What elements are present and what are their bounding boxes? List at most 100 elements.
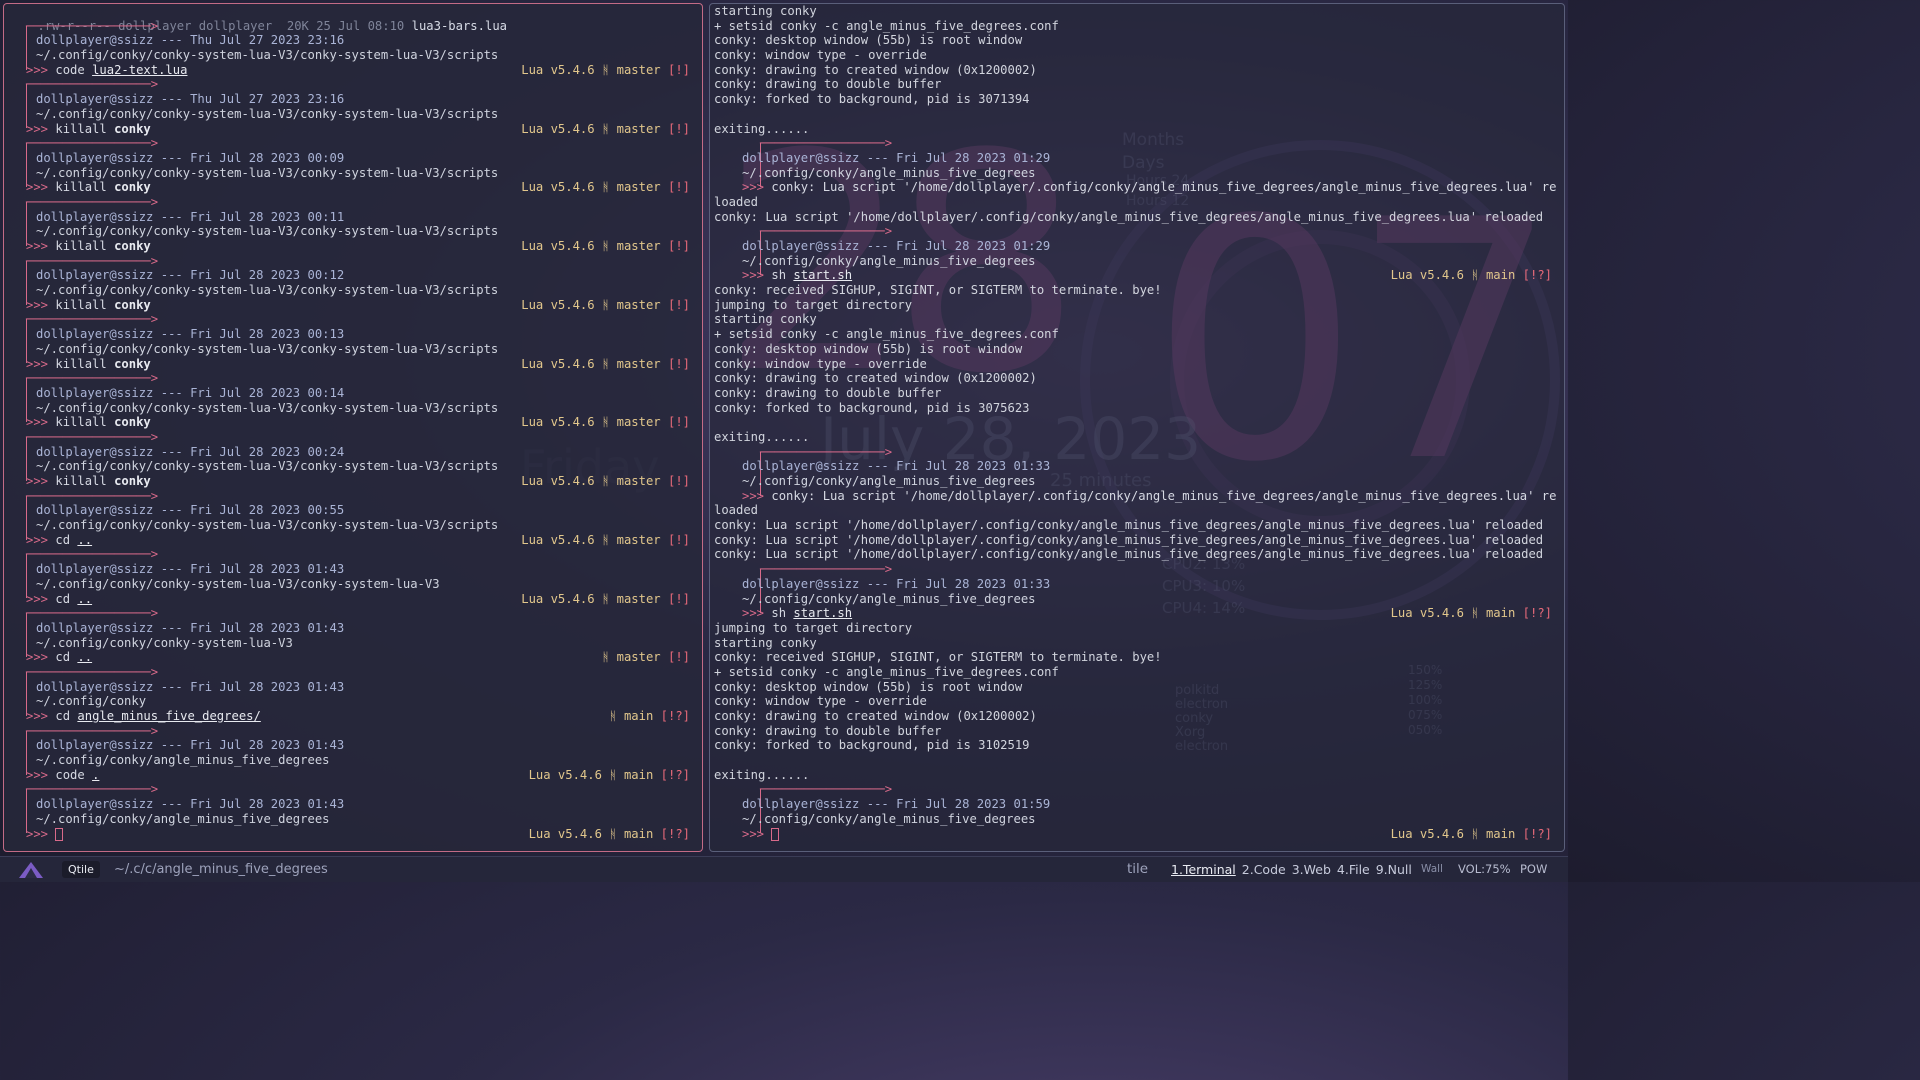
command-arg[interactable]: start.sh xyxy=(793,268,852,282)
prompt-command-line[interactable]: >>> cd .. Lua v5.4.6 ᚻ master [!] xyxy=(4,592,702,607)
prompt-arrow: ─────────────────> xyxy=(26,606,159,621)
prompt-command-line[interactable]: >>> Lua v5.4.6 ᚻ main [!?] xyxy=(710,827,1564,842)
command-arg[interactable]: angle_minus_five_degrees/ xyxy=(77,709,260,723)
power-widget[interactable]: POW xyxy=(1520,862,1547,876)
output-line: conky: forked to background, pid is 3071… xyxy=(714,92,1030,107)
group-3[interactable]: 3.Web xyxy=(1292,862,1331,877)
output-line: conky: desktop window (55b) is root wind… xyxy=(714,33,1023,48)
command-arg[interactable]: . xyxy=(92,768,99,782)
prompt-command-line[interactable]: >>> killall conky Lua v5.4.6 ᚻ master [!] xyxy=(4,239,702,254)
command-name: conky: Lua script '/home/dollplayer/.con… xyxy=(771,488,1557,503)
prompt-path: ~/.config/conky/conky-system-lua-V3/conk… xyxy=(36,48,499,63)
right-prompt: Lua v5.4.6 ᚻ master [!] xyxy=(521,63,690,78)
prompt-command-line[interactable]: >>> killall conky Lua v5.4.6 ᚻ master [!] xyxy=(4,357,702,372)
command-name: cd xyxy=(55,591,71,606)
prompt-arrow: ─────────────────> xyxy=(26,312,159,327)
prompt-path: ~/.config/conky/conky-system-lua-V3/conk… xyxy=(36,165,499,180)
command-name: conky: Lua script '/home/dollplayer/.con… xyxy=(771,180,1557,195)
prompt-command-line[interactable]: >>> killall conky Lua v5.4.6 ᚻ master [!] xyxy=(4,122,702,137)
prompt-symbol: >>> xyxy=(26,826,49,841)
right-prompt: Lua v5.4.6 ᚻ master [!] xyxy=(521,298,690,313)
lua-version: Lua v5.4.6 xyxy=(521,474,595,488)
wm-name-badge: Qtile xyxy=(62,861,100,878)
lua-version: Lua v5.4.6 xyxy=(521,297,595,312)
prompt-command-line[interactable]: >>> killall conky Lua v5.4.6 ᚻ master [!] xyxy=(4,474,702,489)
prompt-arrow: ─────────────────> xyxy=(26,18,159,33)
prompt-symbol: >>> xyxy=(26,121,49,136)
output-line: conky: drawing to double buffer xyxy=(714,77,942,92)
output-line: conky: drawing to double buffer xyxy=(714,723,942,738)
prompt-command-line[interactable]: >>> conky: Lua script '/home/dollplayer/… xyxy=(710,180,1564,195)
prompt-block: ─────────────────> dollplayer@ssizz --- F… xyxy=(4,371,702,430)
prompt-command-line[interactable]: >>> cd .. ᚻ master [!] xyxy=(4,650,702,665)
git-branch-icon: ᚻ xyxy=(601,356,610,371)
git-branch: master xyxy=(616,62,661,77)
output-line: starting conky xyxy=(714,312,817,327)
output-line: exiting...... xyxy=(714,767,810,782)
prompt-path: ~/.config/conky/angle_minus_five_degrees xyxy=(742,253,1036,268)
command-arg[interactable]: .. xyxy=(77,592,92,606)
terminal-right[interactable]: starting conky + setsid conky -c angle_mi… xyxy=(709,3,1565,852)
command-arg[interactable]: conky xyxy=(114,122,151,136)
arch-logo-icon[interactable] xyxy=(16,860,46,880)
file-info-line: .rw-r--r-- dollplayer dollplayer 20K 25 … xyxy=(4,4,702,33)
prompt-symbol: >>> xyxy=(742,826,765,841)
prompt-command-line[interactable]: >>> killall conky Lua v5.4.6 ᚻ master [!] xyxy=(4,180,702,195)
command-arg[interactable]: lua2-text.lua xyxy=(92,63,187,77)
prompt-header: dollplayer@ssizz --- Fri Jul 28 2023 01:… xyxy=(36,797,345,812)
lua-version: Lua v5.4.6 xyxy=(521,356,595,371)
prompt-block: ─────────────────> dollplayer@ssizz --- F… xyxy=(4,606,702,665)
prompt-command-line[interactable]: >>> cd angle_minus_five_degrees/ᚻ main [… xyxy=(4,709,702,724)
prompt-path: ~/.config/conky/conky-system-lua-V3/conk… xyxy=(36,518,499,533)
prompt-block: ─────────────────> dollplayer@ssizz --- F… xyxy=(4,547,702,606)
group-2[interactable]: 2.Code xyxy=(1242,862,1286,877)
lua-version: Lua v5.4.6 xyxy=(528,826,602,841)
git-status-flag: [!?] xyxy=(1522,606,1552,621)
wallpaper-widget[interactable]: Wall xyxy=(1421,863,1443,875)
prompt-header: dollplayer@ssizz --- Fri Jul 28 2023 01:… xyxy=(742,150,1051,165)
command-arg[interactable]: start.sh xyxy=(793,606,852,620)
layout-indicator[interactable]: tile xyxy=(1127,861,1148,877)
command-arg[interactable]: conky xyxy=(114,239,151,253)
volume-widget[interactable]: VOL:75% xyxy=(1458,862,1511,876)
terminal-left[interactable]: .rw-r--r-- dollplayer dollplayer 20K 25 … xyxy=(3,3,703,852)
prompt-command-line[interactable]: >>> code lua2-text.lua Lua v5.4.6 ᚻ maste… xyxy=(4,63,702,78)
prompt-arrow: ─────────────────> xyxy=(26,136,159,151)
command-arg[interactable]: conky xyxy=(114,357,151,371)
prompt-command-line[interactable]: >>> Lua v5.4.6 ᚻ main [!?] xyxy=(4,827,702,842)
lua-version: Lua v5.4.6 xyxy=(1390,826,1464,841)
prompt-header: dollplayer@ssizz --- Fri Jul 28 2023 01:… xyxy=(36,738,345,753)
command-name: killall xyxy=(55,121,107,136)
command-arg[interactable]: .. xyxy=(77,533,92,547)
command-arg[interactable]: conky xyxy=(114,474,151,488)
text-cursor xyxy=(771,827,780,841)
command-arg[interactable]: conky xyxy=(114,415,151,429)
command-arg[interactable]: .. xyxy=(77,650,92,664)
group-4[interactable]: 4.File xyxy=(1337,862,1370,877)
prompt-command-line[interactable]: >>> cd .. Lua v5.4.6 ᚻ master [!] xyxy=(4,533,702,548)
prompt-header: dollplayer@ssizz --- Thu Jul 27 2023 23:… xyxy=(36,92,345,107)
git-branch-icon: ᚻ xyxy=(601,297,610,312)
prompt-block: ─────────────────> dollplayer@ssizz --- F… xyxy=(4,195,702,254)
prompt-command-line[interactable]: >>> killall conky Lua v5.4.6 ᚻ master [!] xyxy=(4,298,702,313)
prompt-command-line[interactable]: >>> killall conky Lua v5.4.6 ᚻ master [!] xyxy=(4,415,702,430)
group-1[interactable]: 1.Terminal xyxy=(1171,862,1236,877)
prompt-command-line[interactable]: >>> code . Lua v5.4.6 ᚻ main [!?] xyxy=(4,768,702,783)
prompt-path: ~/.config/conky/conky-system-lua-V3/conk… xyxy=(36,459,499,474)
command-arg[interactable]: conky xyxy=(114,180,151,194)
command-arg[interactable]: conky xyxy=(114,298,151,312)
git-status-flag: [!] xyxy=(667,532,690,547)
prompt-command-line[interactable]: >>> sh start.sh Lua v5.4.6 ᚻ main [!?] xyxy=(710,606,1564,621)
prompt-command-line[interactable]: >>> sh start.sh Lua v5.4.6 ᚻ main [!?] xyxy=(710,268,1564,283)
right-prompt: Lua v5.4.6 ᚻ main [!?] xyxy=(1391,827,1552,842)
git-branch-icon: ᚻ xyxy=(1471,606,1479,621)
prompt-arrow: ─────────────────> xyxy=(26,77,159,92)
prompt-symbol: >>> xyxy=(742,488,765,503)
lua-version: Lua v5.4.6 xyxy=(528,767,602,782)
prompt-command-line[interactable]: >>> conky: Lua script '/home/dollplayer/… xyxy=(710,489,1564,504)
group-5[interactable]: 9.Null xyxy=(1376,862,1412,877)
right-prompt: Lua v5.4.6 ᚻ master [!] xyxy=(521,415,690,430)
output-line: + setsid conky -c angle_minus_five_degre… xyxy=(714,18,1059,33)
git-status-flag: [!] xyxy=(667,62,690,77)
